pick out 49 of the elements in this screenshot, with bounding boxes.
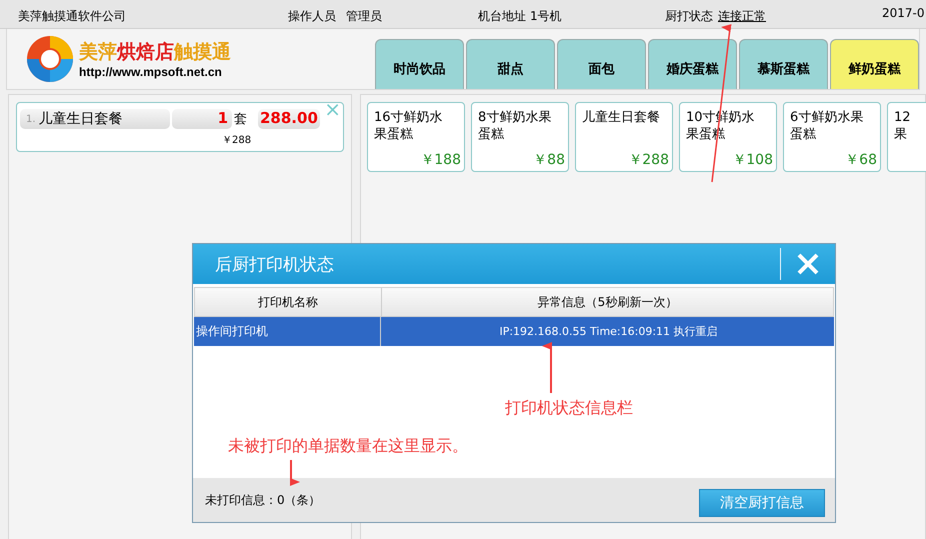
product-card[interactable]: 12 果	[887, 102, 926, 172]
product-name: 12 果	[894, 109, 912, 143]
terminal-name: 1号机	[530, 8, 562, 25]
category-tab[interactable]: 面包	[557, 39, 646, 89]
column-header: 打印机名称	[195, 288, 382, 316]
item-total: 288.00	[258, 109, 320, 129]
terminal-label: 机台地址	[478, 8, 526, 25]
dialog-title: 后厨打印机状态	[214, 254, 335, 276]
category-tab[interactable]: 婚庆蛋糕	[648, 39, 737, 89]
company-name: 美萍触摸通软件公司	[18, 8, 126, 25]
kitchen-status: 连接正常	[718, 8, 766, 25]
product-price: ￥188	[420, 151, 461, 169]
logo-url: http://www.mpsoft.net.cn	[79, 65, 223, 79]
unit-price: ￥288	[222, 134, 252, 147]
annotation-text: 打印机状态信息栏	[505, 398, 633, 419]
unit-label: 套	[234, 111, 248, 128]
product-price: ￥288	[628, 151, 669, 169]
category-tab[interactable]: 时尚饮品	[375, 39, 464, 89]
product-name: 6寸鲜奶水果 蛋糕	[790, 109, 864, 143]
date-text: 2017-0	[882, 6, 925, 20]
operator-name: 管理员	[346, 8, 382, 25]
product-price: ￥68	[845, 151, 877, 169]
column-header: 异常信息（5秒刷新一次）	[536, 294, 678, 310]
product-name: 儿童生日套餐	[582, 109, 661, 126]
product-card[interactable]: 8寸鲜奶水果 蛋糕 ￥88	[471, 102, 569, 172]
product-name: 16寸鲜奶水 果蛋糕	[374, 109, 444, 143]
product-card[interactable]: 儿童生日套餐 ￥288	[575, 102, 673, 172]
product-name: 8寸鲜奶水果 蛋糕	[478, 109, 552, 143]
category-tab[interactable]: 鲜奶蛋糕	[830, 39, 919, 89]
product-card[interactable]: 16寸鲜奶水 果蛋糕 ￥188	[367, 102, 465, 172]
product-price: ￥88	[533, 151, 565, 169]
close-icon	[796, 252, 820, 276]
item-name-field: 1. 儿童生日套餐	[20, 109, 170, 129]
product-card[interactable]: 6寸鲜奶水果 蛋糕 ￥68	[783, 102, 881, 172]
quantity-field[interactable]: 1	[172, 109, 232, 129]
logo-title: 美萍烘焙店触摸通	[79, 40, 231, 65]
table-cell-text: IP:192.168.0.55 Time:16:09:11 执行重启	[498, 324, 719, 340]
printer-row[interactable]: 操作间打印机 IP:192.168.0.55 Time:16:09:11 执行重启	[194, 317, 834, 346]
unprinted-count: 未打印信息：0（条）	[205, 492, 321, 508]
kitchen-status-label: 厨打状态	[665, 8, 713, 25]
operator-label: 操作人员	[288, 8, 336, 25]
category-tab[interactable]: 甜点	[466, 39, 555, 89]
logo-icon	[25, 34, 75, 84]
table-cell: 操作间打印机	[194, 317, 381, 346]
annotation-text: 未被打印的单据数量在这里显示。	[228, 436, 468, 457]
product-price: ￥108	[732, 151, 773, 169]
annotation-arrow	[542, 342, 552, 393]
annotation-arrow	[290, 460, 300, 486]
category-tab[interactable]: 慕斯蛋糕	[739, 39, 828, 89]
